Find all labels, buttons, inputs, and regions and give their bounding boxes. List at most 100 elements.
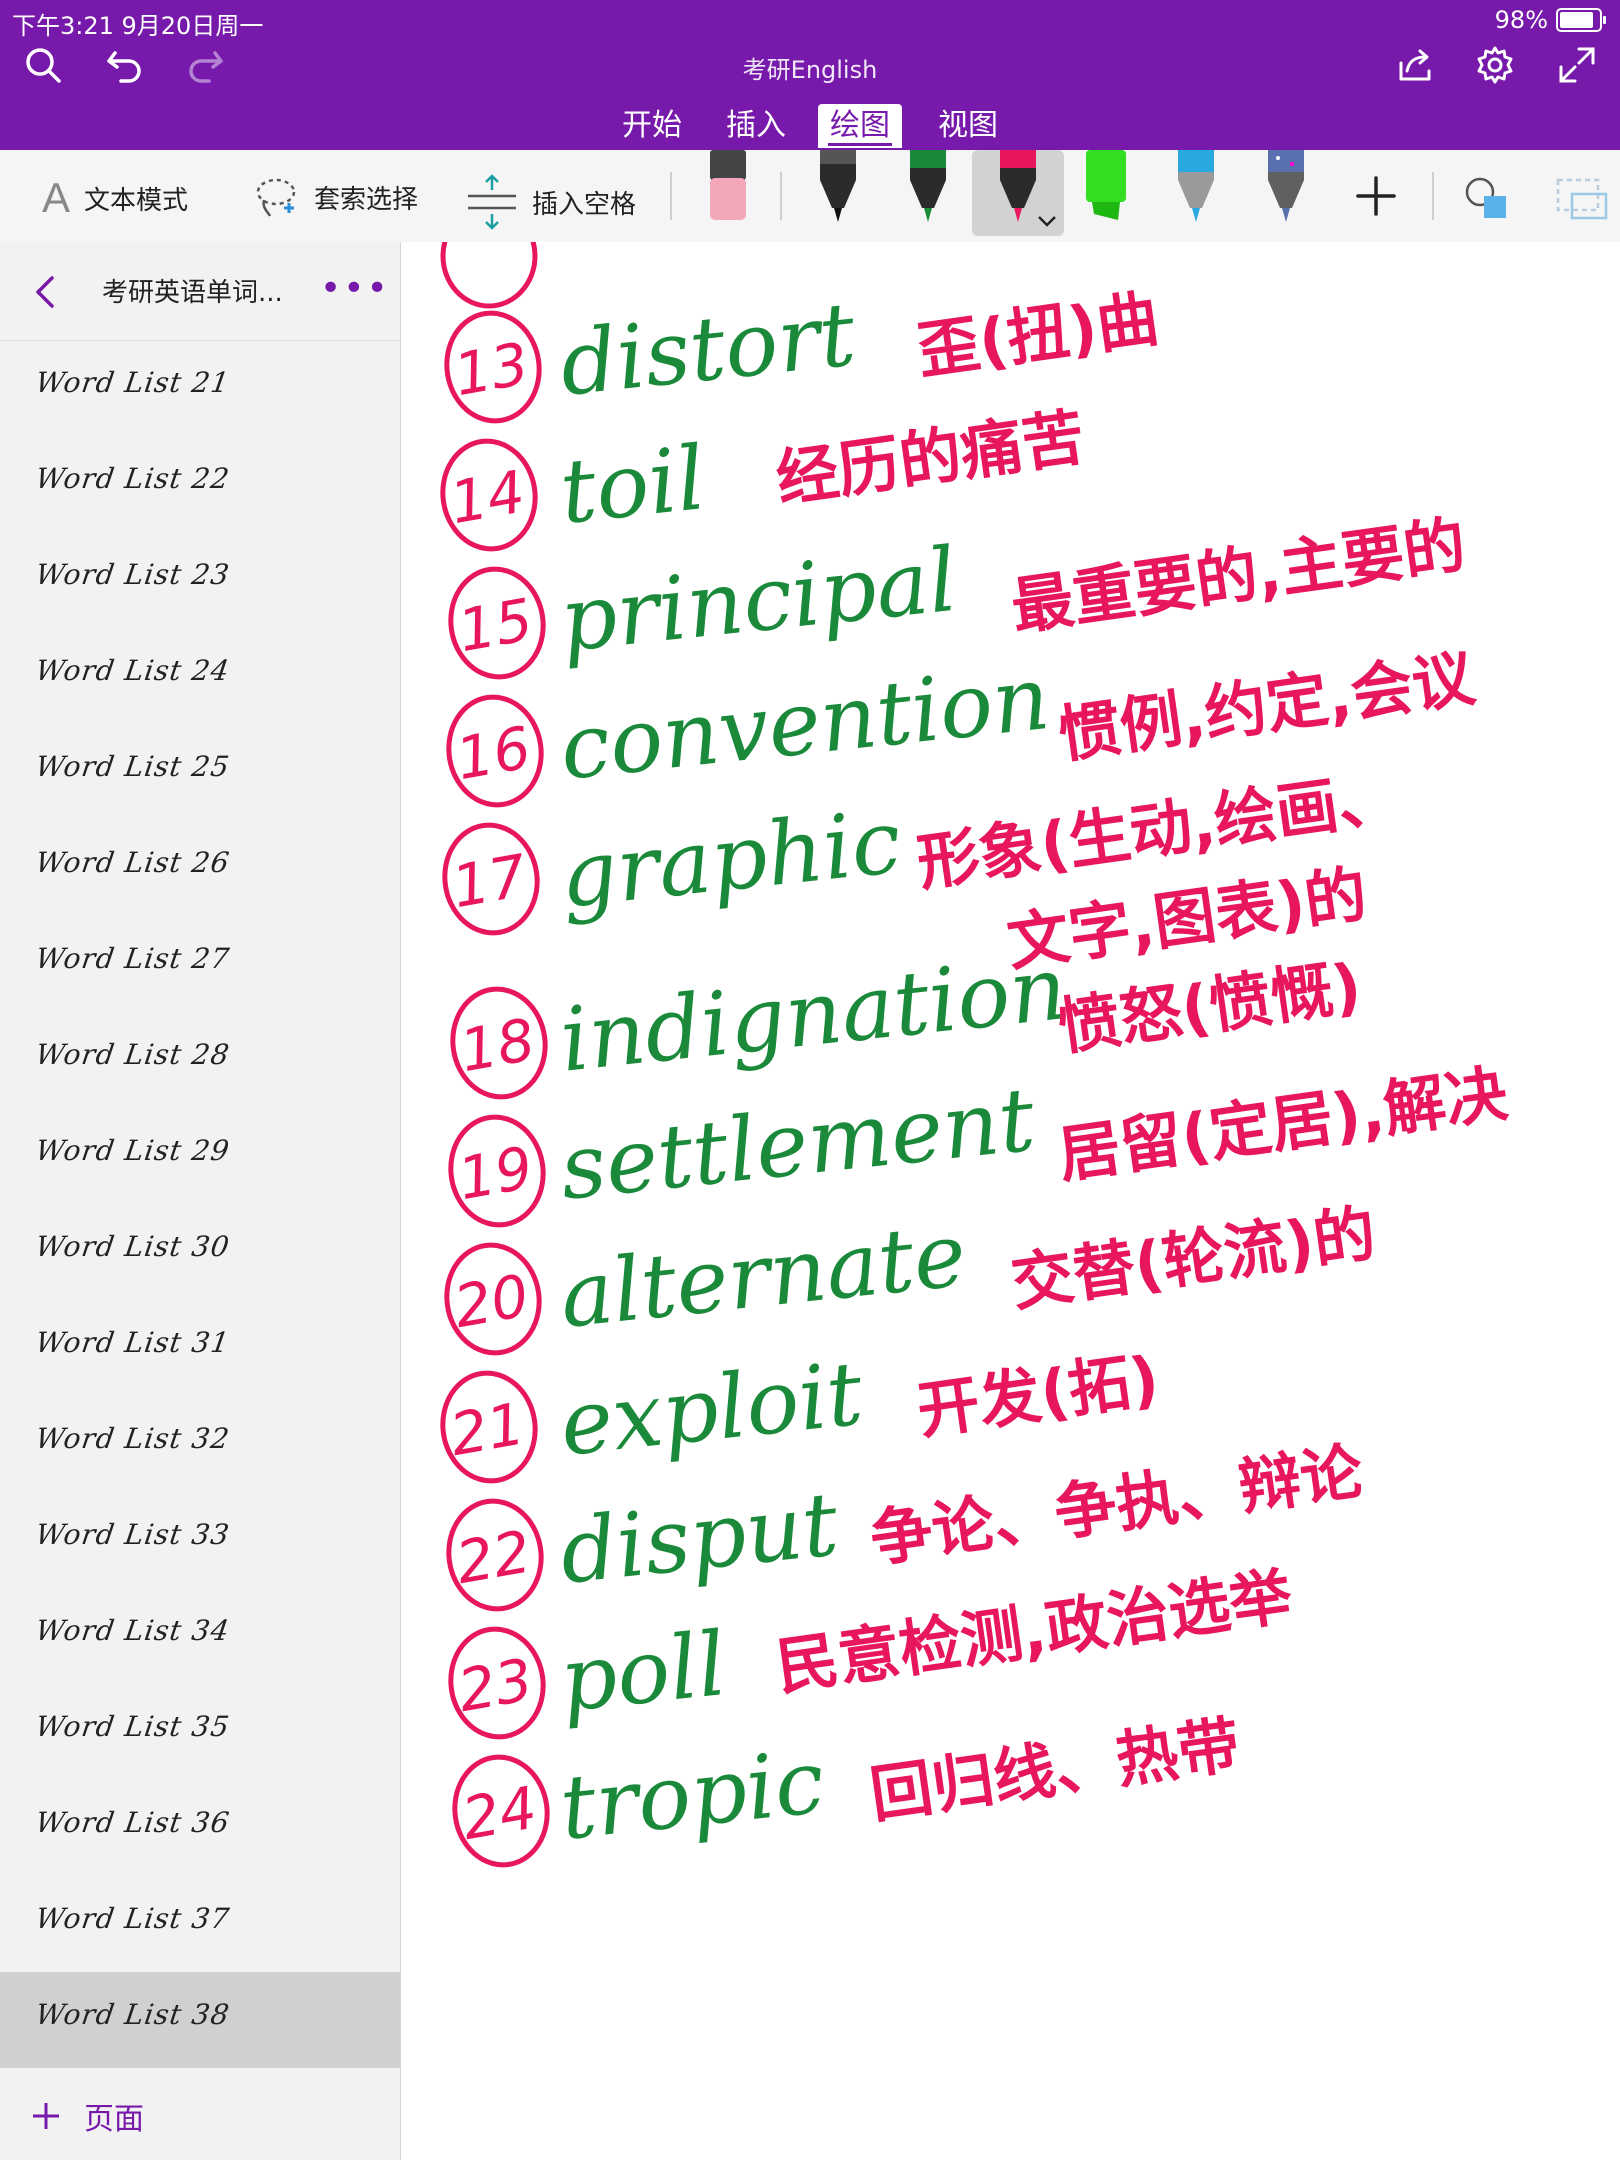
english-word: principal — [555, 528, 961, 672]
tab-insert[interactable]: 插入 — [714, 104, 798, 148]
page-item-word-list-38[interactable]: Word List 38 — [0, 1972, 400, 2068]
chinese-meaning: 惯例,约定,会议 — [1054, 641, 1480, 772]
lasso-icon — [256, 178, 296, 217]
entry-number: 20 — [449, 1261, 533, 1341]
tab-draw[interactable]: 绘图 — [818, 104, 902, 148]
toolbar-divider — [670, 172, 672, 220]
page-item-word-list-31[interactable]: Word List 31 — [0, 1300, 400, 1396]
page-item-word-list-35[interactable]: Word List 35 — [0, 1684, 400, 1780]
page-item-word-list-37[interactable]: Word List 37 — [0, 1876, 400, 1972]
plus-icon — [33, 2103, 59, 2129]
page-label: Word List 35 — [33, 1710, 232, 1743]
section-header: 考研英语单词... ••• — [0, 242, 400, 341]
page-label: Word List 22 — [33, 462, 232, 495]
eraser-tool[interactable] — [700, 150, 756, 230]
page-label: Word List 38 — [33, 1998, 232, 2031]
insert-space-label: 插入空格 — [532, 189, 637, 220]
green-highlighter-tool[interactable] — [1078, 150, 1134, 230]
add-page-button[interactable]: 页面 — [30, 2094, 144, 2138]
add-pen-icon[interactable] — [1352, 172, 1400, 224]
entry-number: 16 — [451, 713, 535, 793]
page-item-word-list-30[interactable]: Word List 30 — [0, 1204, 400, 1300]
status-time-date: 下午3:21 9月20日周一 — [12, 12, 264, 40]
page-item-word-list-29[interactable]: Word List 29 — [0, 1108, 400, 1204]
english-word: convention — [555, 646, 1054, 800]
page-item-word-list-23[interactable]: Word List 23 — [0, 532, 400, 628]
back-chevron-icon[interactable] — [30, 272, 60, 312]
chevron-down-icon[interactable] — [1036, 214, 1058, 234]
section-title: 考研英语单词... — [102, 278, 283, 308]
chinese-meaning: 经历的痛苦 — [772, 400, 1089, 515]
chinese-meaning: 开发(拓) — [913, 1342, 1163, 1448]
black-pen-tool[interactable] — [810, 150, 866, 230]
page-list-sidebar: 考研英语单词... ••• Word List 21 Word List 22 … — [0, 242, 401, 2160]
ribbon-tabs: 开始 插入 绘图 视图 — [0, 100, 1620, 150]
chinese-meaning: 回归线、热带 — [866, 1708, 1245, 1832]
battery-icon — [1556, 8, 1606, 32]
page-item-word-list-24[interactable]: Word List 24 — [0, 628, 400, 724]
page-item-word-list-34[interactable]: Word List 34 — [0, 1588, 400, 1684]
status-battery: 98% — [1495, 6, 1606, 34]
page-item-word-list-22[interactable]: Word List 22 — [0, 436, 400, 532]
english-word: indignation — [555, 936, 1071, 1092]
page-item-word-list-33[interactable]: Word List 33 — [0, 1492, 400, 1588]
tab-view[interactable]: 视图 — [926, 104, 1010, 148]
notebook-title: 考研English — [742, 56, 878, 84]
ink-layer: 13 distort 歪(扭)曲 14 toil 经历的痛苦 15 principal 最重要的… — [440, 242, 1512, 1868]
number-circle-partial — [440, 242, 538, 309]
battery-level-fill — [1560, 12, 1594, 28]
page-label: Word List 24 — [33, 654, 232, 687]
text-mode-icon: A — [42, 174, 71, 221]
page-label: Word List 27 — [33, 942, 232, 975]
page-label: Word List 31 — [33, 1326, 232, 1359]
ink-to-shape-icon[interactable] — [1554, 170, 1610, 230]
tab-home[interactable]: 开始 — [610, 104, 694, 148]
english-word: tropic — [555, 1730, 828, 1860]
english-word: toil — [555, 426, 710, 544]
galaxy-pen-tool[interactable] — [1258, 150, 1314, 230]
entry-number: 23 — [453, 1645, 537, 1725]
page-label: Word List 30 — [33, 1230, 232, 1263]
page-label: Word List 34 — [33, 1614, 232, 1647]
page-item-word-list-26[interactable]: Word List 26 — [0, 820, 400, 916]
english-word: disput — [555, 1472, 843, 1604]
text-mode-button[interactable]: A 文本模式 — [42, 174, 188, 222]
green-pen-tool[interactable] — [900, 150, 956, 230]
entry-number: 21 — [445, 1389, 529, 1469]
page-item-word-list-27[interactable]: Word List 27 — [0, 916, 400, 1012]
entry-number: 14 — [445, 457, 529, 537]
english-word: graphic — [555, 790, 905, 928]
english-word: exploit — [555, 1342, 867, 1476]
chinese-meaning: 最重要的,主要的 — [1007, 508, 1470, 644]
page-item-word-list-32[interactable]: Word List 32 — [0, 1396, 400, 1492]
chinese-meaning: 民意检测,政治选举 — [772, 1559, 1298, 1704]
entry-number: 15 — [453, 585, 537, 665]
entry-number: 17 — [447, 841, 532, 921]
page-item-word-list-36[interactable]: Word List 36 — [0, 1780, 400, 1876]
page-label: Word List 36 — [33, 1806, 232, 1839]
more-options-icon[interactable]: ••• — [320, 268, 390, 309]
shapes-icon[interactable] — [1462, 172, 1512, 226]
english-word: poll — [555, 1612, 730, 1732]
chinese-meaning: 居留(定居),解决 — [1054, 1057, 1512, 1192]
page-item-word-list-21[interactable]: Word List 21 — [0, 340, 400, 436]
insert-space-icon — [468, 174, 516, 230]
lasso-select-button[interactable]: 套索选择 — [254, 174, 418, 220]
page-label: Word List 26 — [33, 846, 232, 879]
lasso-select-label: 套索选择 — [314, 184, 419, 215]
expand-icon[interactable] — [1552, 40, 1602, 90]
insert-space-button[interactable]: 插入空格 — [466, 174, 636, 230]
page-item-word-list-28[interactable]: Word List 28 — [0, 1012, 400, 1108]
page-label: Word List 28 — [33, 1038, 232, 1071]
blue-pen-tool[interactable] — [1168, 150, 1224, 230]
entry-number: 18 — [455, 1005, 539, 1085]
share-icon[interactable] — [1390, 40, 1440, 90]
entry-number: 24 — [457, 1773, 541, 1853]
note-canvas[interactable]: 13 distort 歪(扭)曲 14 toil 经历的痛苦 15 principal 最重要的… — [401, 242, 1620, 2160]
gear-icon[interactable] — [1470, 40, 1520, 90]
chinese-meaning: 交替(轮流)的 — [1007, 1196, 1380, 1319]
page-item-word-list-25[interactable]: Word List 25 — [0, 724, 400, 820]
english-word: alternate — [555, 1203, 970, 1348]
entry-number: 13 — [449, 329, 533, 409]
draw-toolbar: A 文本模式 套索选择 插入空格 — [0, 150, 1620, 243]
